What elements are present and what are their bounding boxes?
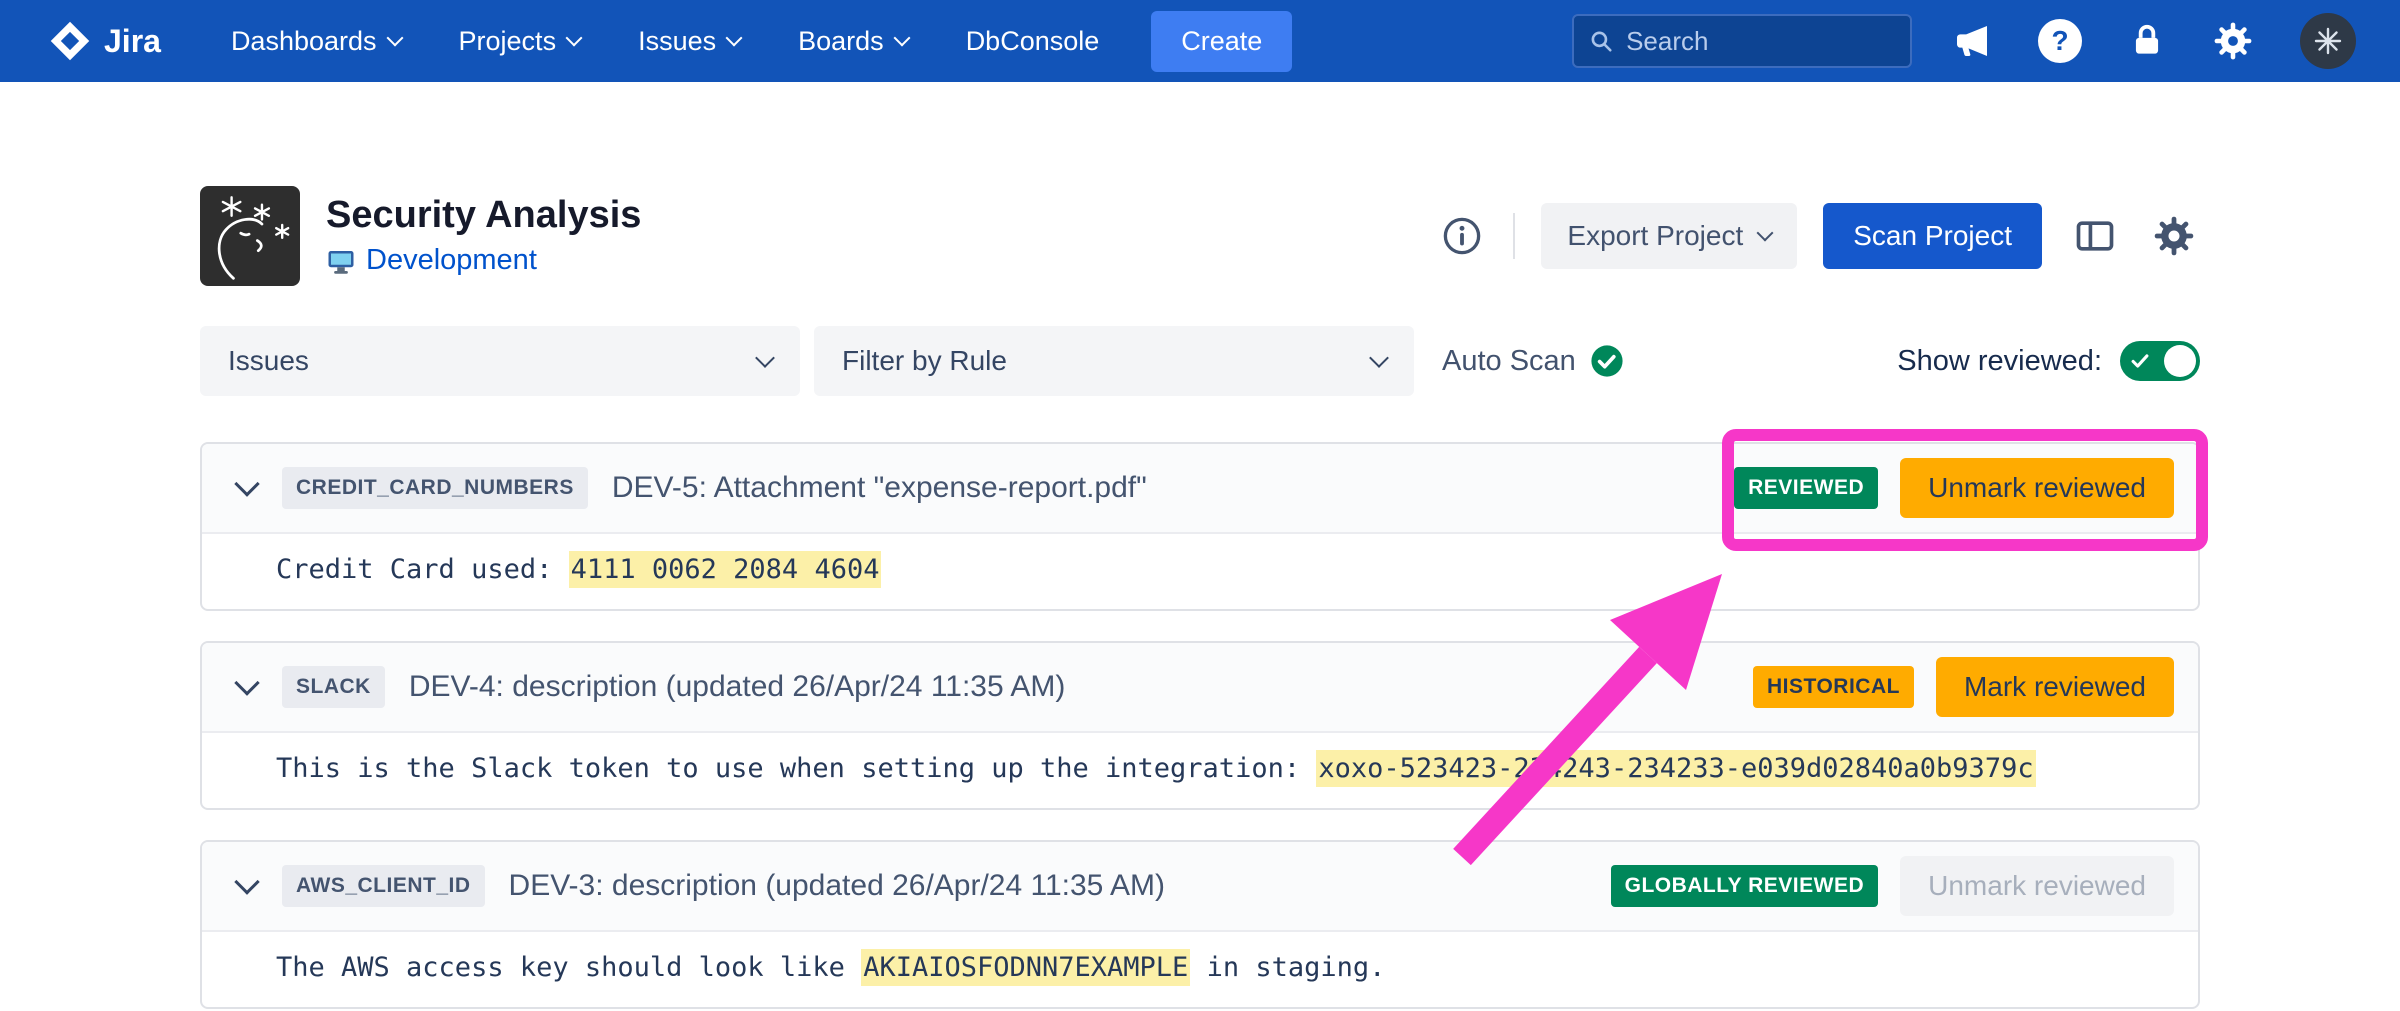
content-text: This is the Slack token to use when sett… [276,753,1316,784]
sidebar-layout-icon[interactable] [2068,210,2122,262]
content-text: in staging. [1190,952,1385,983]
nav-label: Issues [638,26,716,57]
title-block: Security Analysis Development [326,195,641,278]
header-actions: Export Project Scan Project [1437,203,2200,269]
show-reviewed-label: Show reviewed: [1897,345,2102,378]
project-avatar [200,186,300,286]
issues-dropdown[interactable]: Issues [200,326,800,396]
content-text: The AWS access key should look like [276,952,861,983]
avatar-pattern-icon [2312,25,2344,57]
info-icon[interactable] [1437,211,1487,261]
status-badge: REVIEWED [1734,467,1878,509]
project-link[interactable]: Development [366,244,537,277]
finding-card-aws: AWS_CLIENT_ID DEV-3: description (update… [200,840,2200,1009]
jira-logo[interactable]: Jira [48,19,161,63]
mark-reviewed-button[interactable]: Mark reviewed [1936,657,2174,717]
content-text: Credit Card used: [276,554,569,585]
finding-content: This is the Slack token to use when sett… [202,733,2198,808]
chevron-down-icon [893,29,910,46]
chevron-down-icon [755,348,775,368]
toggle-knob [2164,345,2196,377]
jira-mark-icon [48,19,92,63]
status-badge: HISTORICAL [1753,666,1914,708]
unmark-reviewed-button[interactable]: Unmark reviewed [1900,458,2174,518]
finding-card-slack: SLACK DEV-4: description (updated 26/Apr… [200,641,2200,810]
secret-value: AKIAIOSFODNN7EXAMPLE [861,949,1190,986]
findings-list: CREDIT_CARD_NUMBERS DEV-5: Attachment "e… [0,442,2400,1009]
check-icon [2129,350,2151,372]
help-icon[interactable]: ? [2038,19,2082,63]
top-navbar: Jira Dashboards Projects Issues Boards D… [0,0,2400,82]
chevron-down-icon[interactable] [234,670,259,695]
navbar-icon-cluster: ? [1952,13,2356,69]
page-title: Security Analysis [326,195,641,237]
status-badge: GLOBALLY REVIEWED [1611,865,1879,907]
chevron-down-icon[interactable] [234,471,259,496]
gear-icon[interactable] [2212,20,2254,62]
finding-content: Credit Card used: 4111 0062 2084 4604 [202,534,2198,609]
auto-scan-status: Auto Scan [1442,344,1624,378]
nav-projects[interactable]: Projects [459,26,581,57]
auto-scan-label: Auto Scan [1442,345,1576,378]
chevron-down-icon [386,29,403,46]
project-type-icon [326,246,356,276]
finding-title: DEV-3: description (updated 26/Apr/24 11… [509,869,1166,903]
nav-label: DbConsole [966,26,1100,57]
chevron-down-icon [566,29,583,46]
secret-value: xoxo-523423-234243-234233-e039d02840a0b9… [1316,750,2035,787]
check-circle-icon [1590,344,1624,378]
nav-dashboards[interactable]: Dashboards [231,26,401,57]
create-button[interactable]: Create [1151,11,1292,72]
finding-card-credit-card: CREDIT_CARD_NUMBERS DEV-5: Attachment "e… [200,442,2200,611]
nav-label: Boards [798,26,884,57]
project-breadcrumb: Development [326,244,641,277]
announcement-icon[interactable] [1952,21,1992,61]
chevron-down-icon[interactable] [234,869,259,894]
finding-header: SLACK DEV-4: description (updated 26/Apr… [202,643,2198,733]
finding-header: AWS_CLIENT_ID DEV-3: description (update… [202,842,2198,932]
filter-by-rule-dropdown[interactable]: Filter by Rule [814,326,1414,396]
chevron-down-icon [1757,224,1774,241]
rule-badge: SLACK [282,666,385,708]
settings-gear-icon[interactable] [2148,210,2200,262]
chevron-down-icon [1369,348,1389,368]
chevron-down-icon [726,29,743,46]
nav-dbconsole[interactable]: DbConsole [966,26,1100,57]
rule-badge: CREDIT_CARD_NUMBERS [282,467,588,509]
scan-project-button[interactable]: Scan Project [1823,203,2042,269]
navbar-search[interactable] [1572,14,1912,68]
nav-label: Dashboards [231,26,377,57]
finding-title: DEV-4: description (updated 26/Apr/24 11… [409,670,1066,704]
unmark-reviewed-button-disabled: Unmark reviewed [1900,856,2174,916]
search-input[interactable] [1624,25,1896,58]
rule-badge: AWS_CLIENT_ID [282,865,485,907]
export-project-button[interactable]: Export Project [1541,203,1797,269]
brand-name: Jira [104,23,161,60]
finding-title: DEV-5: Attachment "expense-report.pdf" [612,471,1147,505]
show-reviewed-toggle[interactable] [2120,341,2200,381]
issues-dropdown-value: Issues [228,345,309,377]
filter-row: Issues Filter by Rule Auto Scan Show rev… [200,326,2200,396]
search-icon [1588,26,1614,56]
show-reviewed-control: Show reviewed: [1897,341,2200,381]
project-header: Security Analysis Development Export Pro… [200,186,2200,286]
user-avatar[interactable] [2300,13,2356,69]
export-label: Export Project [1567,220,1743,252]
finding-content: The AWS access key should look like AKIA… [202,932,2198,1007]
nav-boards[interactable]: Boards [798,26,908,57]
finding-header: CREDIT_CARD_NUMBERS DEV-5: Attachment "e… [202,444,2198,534]
lock-icon[interactable] [2128,22,2166,60]
secret-value: 4111 0062 2084 4604 [569,551,882,588]
nav-label: Projects [459,26,557,57]
divider [1513,213,1515,259]
nav-issues[interactable]: Issues [638,26,740,57]
rule-dropdown-value: Filter by Rule [842,345,1007,377]
